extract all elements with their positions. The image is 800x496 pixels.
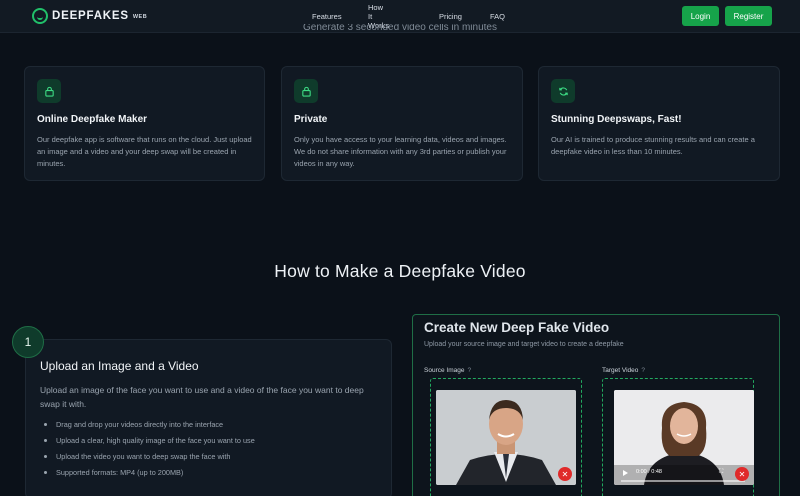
- login-button[interactable]: Login: [682, 6, 719, 26]
- create-panel-title: Create New Deep Fake Video: [424, 320, 610, 335]
- list-item: Supported formats: MP4 (up to 200MB): [44, 467, 255, 483]
- create-deepfake-panel: Create New Deep Fake Video Upload your s…: [412, 314, 780, 496]
- fullscreen-icon[interactable]: ⛶: [719, 469, 723, 476]
- video-progress-bar[interactable]: [621, 480, 745, 482]
- man-portrait-image: [436, 390, 576, 485]
- target-video-player[interactable]: 0:00 / 0:48 ⛶ ⋮: [614, 390, 754, 485]
- step-number-badge: 1: [12, 326, 44, 358]
- target-video-label-text: Target Video: [602, 367, 639, 374]
- nav-pricing[interactable]: Pricing: [439, 12, 462, 21]
- target-video-label: Target Video?: [602, 367, 645, 374]
- feature-desc: Only you have access to your learning da…: [294, 135, 507, 169]
- register-button[interactable]: Register: [725, 6, 772, 26]
- video-controls: 0:00 / 0:48 ⛶ ⋮: [614, 465, 754, 485]
- cut-off-heading: Generate 3 seconded video cells in minut…: [302, 24, 497, 33]
- feature-card: Private Only you have access to your lea…: [281, 66, 523, 181]
- logo[interactable]: DEEPFAKES WEB: [32, 8, 147, 24]
- feature-title: Stunning Deepswaps, Fast!: [551, 114, 682, 125]
- feature-card: Online Deepfake Maker Our deepfake app i…: [24, 66, 265, 181]
- play-icon[interactable]: [623, 470, 628, 476]
- feature-card: Stunning Deepswaps, Fast! Our AI is trai…: [538, 66, 780, 181]
- lock-icon: [294, 79, 318, 103]
- video-time: 0:00 / 0:48: [636, 469, 662, 475]
- help-icon[interactable]: ?: [467, 367, 471, 374]
- remove-source-button[interactable]: ✕: [558, 467, 572, 481]
- source-image-label-text: Source Image: [424, 367, 465, 374]
- feature-title: Private: [294, 114, 328, 125]
- list-item: Upload a clear, high quality image of th…: [44, 435, 255, 451]
- step-bullet-list: Drag and drop your videos directly into …: [44, 419, 255, 483]
- how-to-heading: How to Make a Deepfake Video: [274, 261, 526, 281]
- feature-desc: Our deepfake app is software that runs o…: [37, 135, 252, 169]
- logo-text: DEEPFAKES: [52, 10, 129, 22]
- smile-logo-icon: [32, 8, 48, 24]
- help-icon[interactable]: ?: [641, 367, 645, 374]
- nav-features[interactable]: Features: [312, 12, 342, 21]
- nav-faq[interactable]: FAQ: [490, 12, 505, 21]
- feature-desc: Our AI is trained to produce stunning re…: [551, 135, 755, 157]
- step-description: Upload an image of the face you want to …: [40, 385, 364, 409]
- list-item: Drag and drop your videos directly into …: [44, 419, 255, 435]
- list-item: Upload the video you want to deep swap t…: [44, 451, 255, 467]
- remove-target-button[interactable]: ✕: [735, 467, 749, 481]
- source-image-preview: [436, 390, 576, 485]
- refresh-icon: [551, 79, 575, 103]
- create-panel-subtitle: Upload your source image and target vide…: [424, 341, 624, 348]
- source-image-label: Source Image?: [424, 367, 471, 374]
- feature-title: Online Deepfake Maker: [37, 114, 148, 125]
- lock-icon: [37, 79, 61, 103]
- step-title: Upload an Image and a Video: [40, 359, 199, 373]
- logo-sub: WEB: [132, 14, 148, 20]
